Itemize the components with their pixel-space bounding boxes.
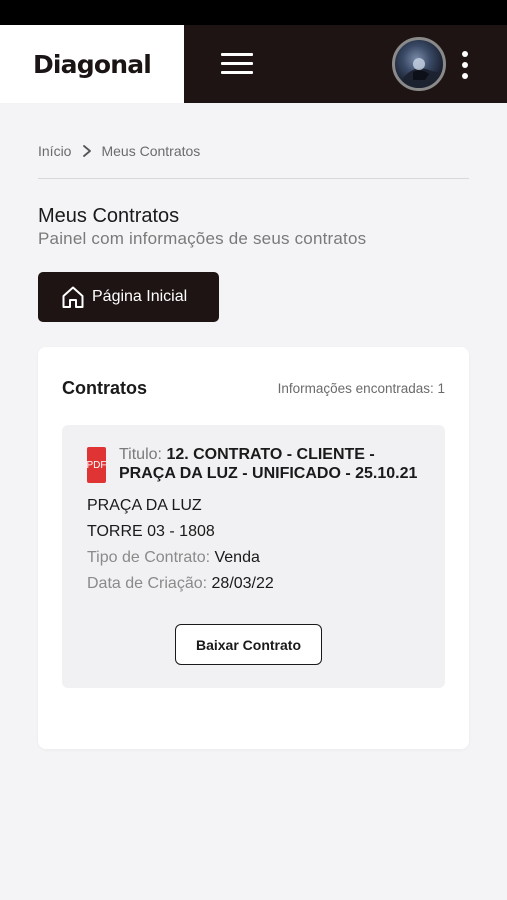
hamburger-menu-icon[interactable] bbox=[219, 51, 255, 77]
contract-type-value: Venda bbox=[214, 549, 260, 566]
divider bbox=[38, 178, 469, 179]
contract-date-value: 28/03/22 bbox=[211, 575, 274, 592]
download-contract-button[interactable]: Baixar Contrato bbox=[175, 624, 322, 665]
kebab-menu-icon[interactable] bbox=[457, 49, 473, 81]
avatar-image bbox=[400, 58, 443, 88]
contract-item: PDF Titulo: 12. CONTRATO - CLIENTE - PRA… bbox=[62, 425, 445, 688]
contract-title: Titulo: 12. CONTRATO - CLIENTE - PRAÇA D… bbox=[119, 445, 435, 483]
pdf-badge-text: PDF bbox=[87, 459, 106, 471]
user-avatar[interactable] bbox=[392, 37, 446, 91]
chevron-right-icon bbox=[83, 145, 92, 157]
page-subtitle: Painel com informações de seus contratos bbox=[38, 229, 367, 248]
breadcrumb: Início Meus Contratos bbox=[38, 143, 200, 159]
contract-date-label: Data de Criação: bbox=[87, 575, 208, 592]
contract-type-label: Tipo de Contrato: bbox=[87, 549, 211, 566]
contract-type: Tipo de Contrato: Venda bbox=[87, 549, 260, 567]
status-bar bbox=[0, 0, 507, 25]
results-count: Informações encontradas: 1 bbox=[277, 381, 445, 396]
contract-unit: TORRE 03 - 1808 bbox=[87, 523, 215, 540]
home-icon bbox=[62, 286, 84, 308]
contracts-title: Contratos bbox=[62, 378, 147, 398]
contract-location: PRAÇA DA LUZ bbox=[87, 497, 202, 514]
home-button[interactable]: Página Inicial bbox=[38, 272, 219, 322]
page-title: Meus Contratos bbox=[38, 205, 180, 227]
logo-text: Diagonal bbox=[32, 49, 152, 79]
pdf-file-icon: PDF bbox=[87, 447, 106, 483]
breadcrumb-current: Meus Contratos bbox=[101, 143, 201, 159]
contract-title-label: Titulo: bbox=[119, 446, 162, 463]
app-header: Diagonal bbox=[0, 25, 507, 103]
contracts-card: Contratos Informações encontradas: 1 PDF… bbox=[38, 347, 469, 749]
contract-date: Data de Criação: 28/03/22 bbox=[87, 575, 274, 593]
breadcrumb-home-link[interactable]: Início bbox=[38, 143, 71, 159]
contract-title-value: 12. CONTRATO - CLIENTE - PRAÇA DA LUZ - … bbox=[119, 446, 418, 482]
home-button-label: Página Inicial bbox=[92, 288, 188, 305]
logo[interactable]: Diagonal bbox=[0, 25, 184, 103]
